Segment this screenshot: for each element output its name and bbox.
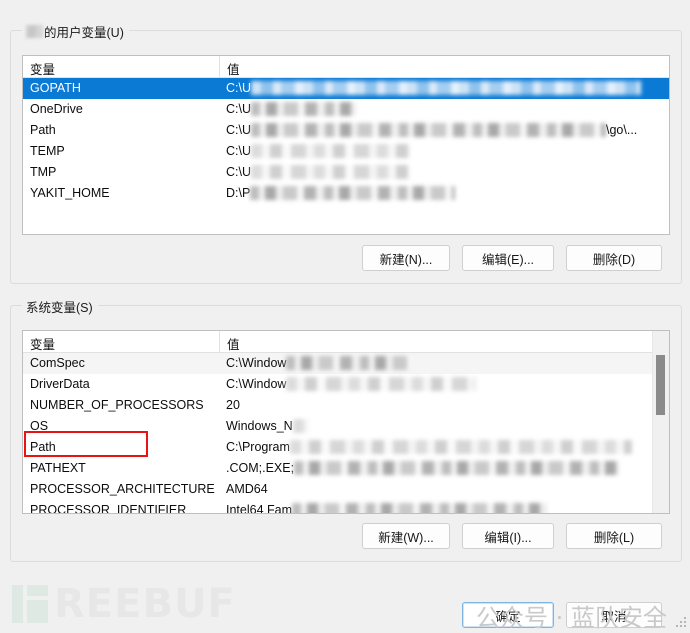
system-list-body[interactable]: ComSpec C:\Window DriverData C:\Window NUMBE…: [23, 353, 669, 514]
table-row[interactable]: DriverData C:\Window: [23, 374, 669, 395]
system-variable-value: Windows_N: [226, 419, 293, 433]
system-list-scrollbar-thumb[interactable]: [656, 355, 665, 415]
table-row[interactable]: PATHEXT .COM;.EXE;: [23, 458, 669, 479]
system-variables-list[interactable]: 变量 值 ComSpec C:\Window DriverData C:\Window…: [22, 330, 670, 514]
system-variable-value: AMD64: [226, 482, 268, 496]
system-variable-value: C:\Window: [226, 356, 287, 370]
system-variables-title-text: 系统变量(S): [26, 301, 93, 315]
resize-grip[interactable]: [674, 615, 686, 627]
freebuf-logo-icon: [12, 585, 48, 623]
user-variable-value: D:\P: [226, 186, 251, 200]
user-variables-list[interactable]: 变量 值 GOPATH C:\U OneDrive C:\U Path C:\U \go\.…: [22, 55, 670, 235]
user-variable-name: Path: [30, 123, 56, 137]
freebuf-watermark: REEBUF: [12, 581, 236, 627]
value-tail-text: \go\...: [606, 123, 638, 137]
freebuf-watermark-text: REEBUF: [54, 581, 236, 627]
table-row[interactable]: TMP C:\U: [23, 162, 669, 183]
system-edit-button[interactable]: 编辑(I)...: [462, 523, 554, 549]
user-variables-title: 的用户变量(U): [22, 22, 129, 41]
redacted-username: [26, 25, 43, 38]
system-variable-name: Path: [30, 440, 56, 454]
ok-button[interactable]: 确定: [462, 602, 554, 628]
table-row[interactable]: GOPATH C:\U: [23, 78, 669, 99]
system-variable-value: .COM;.EXE;: [226, 461, 295, 475]
system-variable-value: C:\Window: [226, 377, 287, 391]
system-list-header: 变量 值: [23, 331, 669, 353]
table-row[interactable]: Path C:\U \go\...: [23, 120, 669, 141]
table-row[interactable]: Path C:\Program: [23, 437, 669, 458]
user-variable-value: C:\U: [226, 144, 251, 158]
system-variable-name: PROCESSOR_ARCHITECTURE: [30, 482, 215, 496]
system-new-button[interactable]: 新建(W)...: [362, 523, 450, 549]
system-variable-value: 20: [226, 398, 240, 412]
user-delete-button[interactable]: 删除(D): [566, 245, 662, 271]
system-variables-title: 系统变量(S): [22, 297, 98, 316]
cancel-button[interactable]: 取消: [566, 602, 662, 628]
system-list-scrollbar[interactable]: [652, 331, 669, 513]
user-col-variable[interactable]: 变量: [23, 56, 219, 77]
user-variable-name: YAKIT_HOME: [30, 186, 110, 200]
system-variable-name: DriverData: [30, 377, 90, 391]
user-new-button[interactable]: 新建(N)...: [362, 245, 450, 271]
user-variable-value: C:\U: [226, 81, 251, 95]
table-row[interactable]: TEMP C:\U: [23, 141, 669, 162]
user-col-value[interactable]: 值: [219, 56, 668, 77]
table-row[interactable]: PROCESSOR_ARCHITECTURE AMD64: [23, 479, 669, 500]
system-variable-name: ComSpec: [30, 356, 85, 370]
table-row[interactable]: OS Windows_N: [23, 416, 669, 437]
system-delete-button[interactable]: 删除(L): [566, 523, 662, 549]
user-variable-name: GOPATH: [30, 81, 81, 95]
system-variable-name: OS: [30, 419, 49, 433]
user-variable-value: C:\U: [226, 165, 251, 179]
user-edit-button[interactable]: 编辑(E)...: [462, 245, 554, 271]
system-variable-value: C:\Program: [226, 440, 290, 454]
table-row[interactable]: NUMBER_OF_PROCESSORS 20: [23, 395, 669, 416]
user-list-body[interactable]: GOPATH C:\U OneDrive C:\U Path C:\U \go\... TEM…: [23, 78, 669, 204]
user-variable-value: C:\U: [226, 123, 251, 137]
system-variable-name: PATHEXT: [30, 461, 86, 475]
table-row[interactable]: OneDrive C:\U: [23, 99, 669, 120]
user-variables-title-text: 的用户变量(U): [44, 26, 124, 40]
system-col-value[interactable]: 值: [219, 331, 652, 352]
user-variable-value: C:\U: [226, 102, 251, 116]
table-row[interactable]: ComSpec C:\Window: [23, 353, 669, 374]
system-variable-value: Intel64 Fam: [226, 503, 293, 514]
table-row[interactable]: PROCESSOR_IDENTIFIER Intel64 Fam: [23, 500, 669, 514]
system-variable-name: NUMBER_OF_PROCESSORS: [30, 398, 204, 412]
system-variable-name: PROCESSOR_IDENTIFIER: [30, 503, 187, 514]
system-col-variable[interactable]: 变量: [23, 331, 219, 352]
user-variable-name: OneDrive: [30, 102, 83, 116]
table-row[interactable]: YAKIT_HOME D:\P: [23, 183, 669, 204]
user-variable-name: TMP: [30, 165, 57, 179]
user-variable-name: TEMP: [30, 144, 65, 158]
user-list-header: 变量 值: [23, 56, 669, 78]
